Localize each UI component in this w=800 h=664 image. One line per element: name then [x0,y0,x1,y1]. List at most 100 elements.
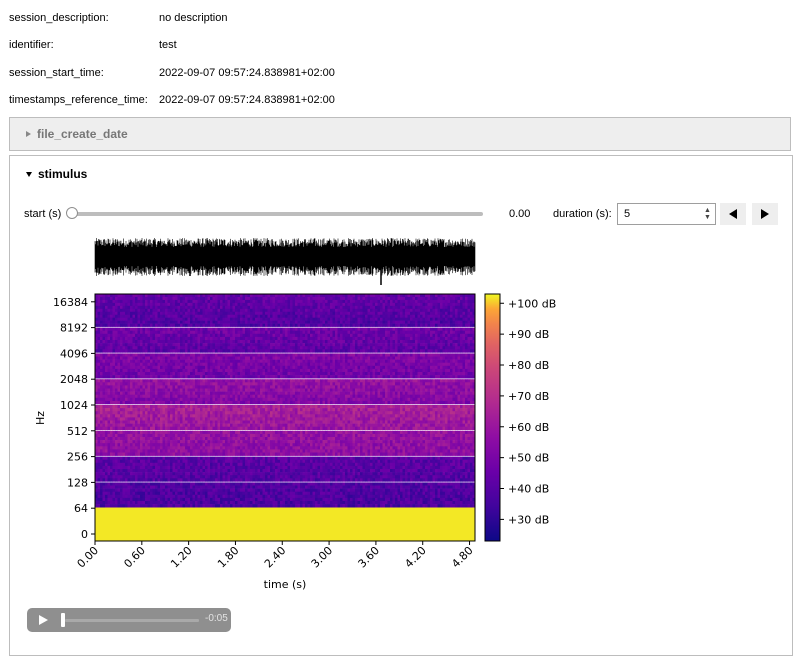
spectrogram-cell [317,443,321,447]
spectrogram-cell [367,437,371,441]
spectrogram-cell [410,456,413,460]
spectrogram-cell [237,437,241,441]
spectrogram-cell [212,414,216,418]
spectrogram-cell [295,465,298,470]
spectrogram-cell [277,462,281,467]
spectrogram-cell [125,497,128,502]
spectrogram-cell [192,472,196,476]
spectrogram-cell [220,446,223,450]
spectrogram-cell [257,437,261,441]
spectrogram-cell [317,462,321,467]
spectrogram-cell [200,491,203,496]
spectrogram-cell [132,504,136,508]
spectrogram-cell [410,423,413,427]
spectrogram-cell [110,472,113,476]
spectrogram-cell [275,411,278,415]
spectrogram-cell [277,465,281,470]
spectrogram-cell [187,459,191,464]
spectrogram-cell [155,449,158,453]
spectrogram-cell [135,426,138,431]
spectrogram-cell [370,408,373,412]
spectrogram-cell [377,494,381,499]
spectrogram-cell [142,472,146,476]
spectrogram-cell [315,491,318,496]
spectrogram-cell [402,504,406,508]
spectrogram-cell [375,485,378,489]
spectrogram-cell [360,485,363,489]
spectrogram-cell [392,433,396,438]
spectrogram-cell [430,494,433,499]
spectrogram-cell [235,465,238,470]
spectrogram-cell [182,478,186,482]
spectrogram-cell [260,504,263,508]
spectrogram-cell [327,408,331,412]
spectrogram-cell [372,408,376,412]
spectrogram-cell [145,414,148,418]
spectrogram-cell [97,420,101,424]
spectrogram-cell [215,426,218,431]
spectrogram-cell [390,414,393,418]
spectrogram-cell [415,440,418,444]
spectrogram-cell [145,494,148,499]
spectrogram-cell [417,452,421,456]
spectrogram-cell [375,504,378,508]
spectrogram-cell [157,411,161,415]
spectrogram-cell [432,417,436,421]
spectrogram-cell [455,504,458,508]
spectrogram-cell [280,433,283,438]
spectrogram-cell [332,491,336,496]
spectrogram-cell [212,420,216,424]
spectrogram-cell [277,414,281,418]
spectrogram-cell [182,433,186,438]
spectrogram-cell [342,446,346,450]
spectrogram-cell [215,485,218,489]
spectrogram-cell [430,478,433,482]
spectrogram-cell [117,430,121,435]
spectrogram-cell [465,440,468,444]
spectrogram-cell [155,430,158,435]
spectrogram-cell [320,379,323,383]
spectrogram-cell [367,411,371,415]
spectrogram-cell [97,443,101,447]
spectrogram-cell [167,504,171,508]
spectrogram-cell [182,482,186,486]
spectrogram-cell [315,465,318,470]
spectrogram-cell [145,446,148,450]
spectrogram-cell [247,414,251,418]
spectrogram-cell [380,475,383,479]
spectrogram-cell [240,405,243,409]
spectrogram-cell [207,405,211,409]
spectrogram-cell [177,437,181,441]
spectrogram-cell [345,482,348,486]
spectrogram-cell [200,475,203,479]
spectrogram-cell [307,485,311,489]
spectrogram-cell [132,459,136,464]
spectrogram-cell [190,423,193,427]
spectrogram-cell [127,452,131,456]
spectrogram-cell [207,494,211,499]
spectrogram-cell [325,430,328,435]
spectrogram-cell [142,482,146,486]
spectrogram-cell [365,459,368,464]
spectrogram-cell [382,426,386,431]
spectrogram-cell [402,494,406,499]
spectrogram-cell [105,433,108,438]
spectrogram-cell [220,491,223,496]
spectrogram-cell [387,497,391,502]
spectrogram-cell [122,491,126,496]
spectrogram-cell [442,497,446,502]
spectrogram-cell [100,478,103,482]
spectrogram-cell [322,478,326,482]
spectrogram-cell [192,475,196,479]
spectrogram-cell [97,423,101,427]
spectrogram-cell [422,420,426,424]
spectrogram-cell [162,491,166,496]
spectrogram-cell [310,411,313,415]
spectrogram-cell [465,501,468,505]
spectrogram-cell [205,472,208,476]
spectrogram-cell [392,459,396,464]
spectrogram-cell [400,491,403,496]
spectrogram-cell [247,452,251,456]
spectrogram-cell [417,408,421,412]
spectrogram-cell [307,472,311,476]
